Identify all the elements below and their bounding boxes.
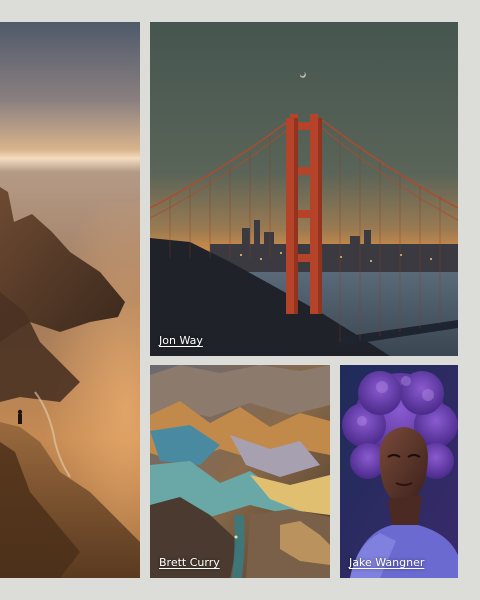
photo-tile-desert[interactable]: Brett Curry bbox=[150, 365, 330, 578]
golden-gate-bridge-photo bbox=[150, 22, 458, 356]
photo-author-link[interactable]: Jon Way bbox=[159, 334, 203, 347]
portrait-photo bbox=[340, 365, 458, 578]
photo-author-link[interactable]: Brett Curry bbox=[159, 556, 220, 569]
photo-author-link[interactable]: Jake Wangner bbox=[349, 556, 424, 569]
coastal-cliffs-photo bbox=[0, 22, 140, 578]
photo-gallery: Jon Way Brett Curry Jake Wangner bbox=[0, 0, 480, 600]
photo-tile-bridge[interactable]: Jon Way bbox=[150, 22, 458, 356]
painted-hills-photo bbox=[150, 365, 330, 578]
photo-tile-portrait[interactable]: Jake Wangner bbox=[340, 365, 458, 578]
photo-tile-coast[interactable] bbox=[0, 22, 140, 578]
